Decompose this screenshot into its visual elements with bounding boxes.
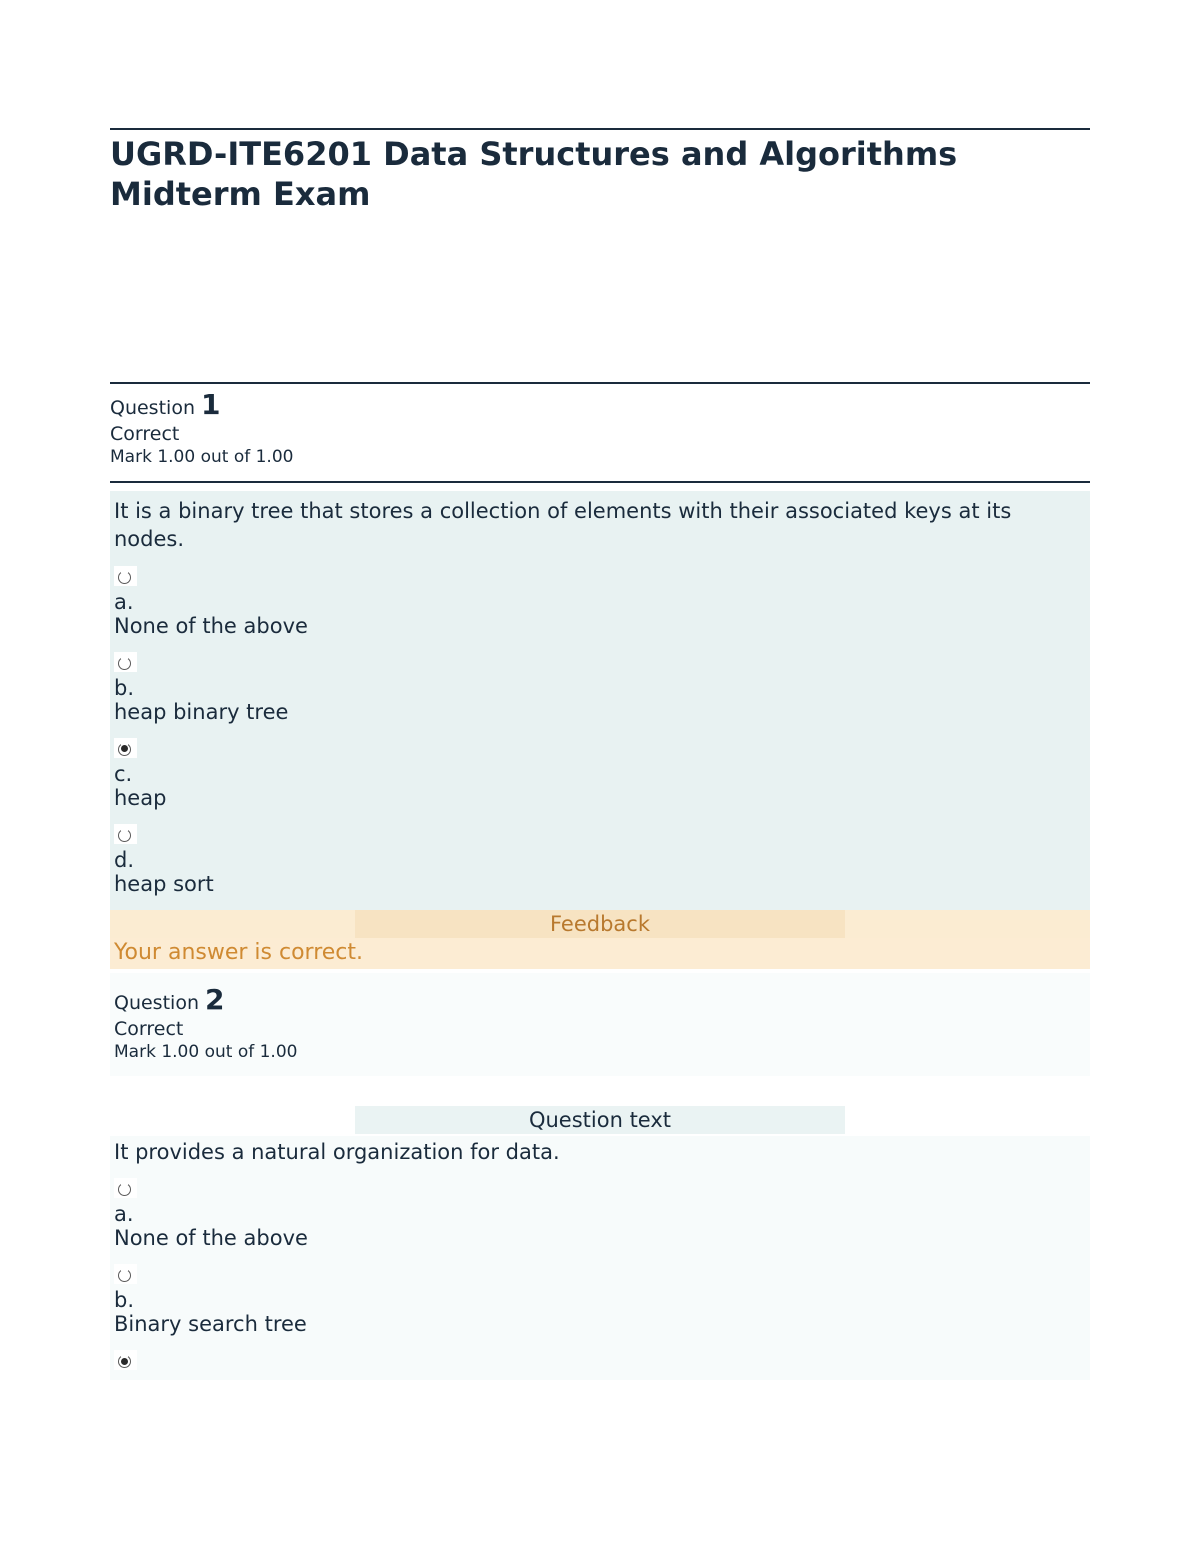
option-letter: a. bbox=[114, 590, 1086, 614]
separator-rule bbox=[110, 481, 1090, 483]
question-2-body: It provides a natural organization for d… bbox=[110, 1136, 1090, 1380]
radio-icon-selected[interactable] bbox=[118, 1355, 131, 1368]
question-1-body: It is a binary tree that stores a collec… bbox=[110, 491, 1090, 910]
radio-wrapper bbox=[114, 652, 137, 672]
question-2-option-b: b. Binary search tree bbox=[114, 1264, 1086, 1336]
option-letter: a. bbox=[114, 1202, 1086, 1226]
question-label: Question bbox=[110, 397, 195, 419]
radio-wrapper bbox=[114, 738, 137, 758]
question-2-number: 2 bbox=[205, 983, 224, 1016]
feedback-heading: Feedback bbox=[355, 910, 845, 938]
question-2-header: Question 2 Correct Mark 1.00 out of 1.00 bbox=[114, 983, 1086, 1076]
option-text: heap sort bbox=[114, 872, 1086, 896]
question-1-mark: Mark 1.00 out of 1.00 bbox=[110, 447, 1090, 467]
question-1-header: Question 1 Correct Mark 1.00 out of 1.00 bbox=[110, 384, 1090, 481]
radio-wrapper bbox=[114, 1350, 137, 1370]
radio-icon[interactable] bbox=[118, 829, 131, 842]
option-text: heap bbox=[114, 786, 1086, 810]
radio-icon[interactable] bbox=[118, 1183, 131, 1196]
radio-icon-selected[interactable] bbox=[118, 743, 131, 756]
question-1-status: Correct bbox=[110, 423, 1090, 445]
feedback-message: Your answer is correct. bbox=[110, 938, 1090, 969]
option-letter: d. bbox=[114, 848, 1086, 872]
question-1-option-d: d. heap sort bbox=[114, 824, 1086, 896]
question-1-prompt: It is a binary tree that stores a collec… bbox=[114, 497, 1086, 554]
question-text-heading: Question text bbox=[355, 1106, 845, 1134]
option-text: None of the above bbox=[114, 1226, 1086, 1250]
question-2-prompt: It provides a natural organization for d… bbox=[114, 1138, 1086, 1166]
feedback-band: Feedback Your answer is correct. bbox=[110, 910, 1090, 969]
option-letter: b. bbox=[114, 1288, 1086, 1312]
question-1-number: 1 bbox=[201, 388, 220, 421]
question-2-mark: Mark 1.00 out of 1.00 bbox=[114, 1042, 1086, 1062]
question-1-option-a: a. None of the above bbox=[114, 566, 1086, 638]
question-1-option-b: b. heap binary tree bbox=[114, 652, 1086, 724]
option-letter: b. bbox=[114, 676, 1086, 700]
spacer bbox=[110, 1076, 1090, 1106]
page-title: UGRD-ITE6201 Data Structures and Algorit… bbox=[110, 130, 1090, 222]
question-1-option-c: c. heap bbox=[114, 738, 1086, 810]
question-2-wrap: Question 2 Correct Mark 1.00 out of 1.00 bbox=[110, 973, 1090, 1076]
question-label: Question bbox=[114, 992, 199, 1014]
radio-wrapper bbox=[114, 1264, 137, 1284]
document-page: UGRD-ITE6201 Data Structures and Algorit… bbox=[0, 0, 1200, 1420]
option-text: heap binary tree bbox=[114, 700, 1086, 724]
radio-icon[interactable] bbox=[118, 1269, 131, 1282]
option-text: None of the above bbox=[114, 614, 1086, 638]
radio-icon[interactable] bbox=[118, 571, 131, 584]
radio-wrapper bbox=[114, 1178, 137, 1198]
question-2-option-c bbox=[114, 1350, 1086, 1370]
question-2-status: Correct bbox=[114, 1018, 1086, 1040]
radio-wrapper bbox=[114, 566, 137, 586]
option-text: Binary search tree bbox=[114, 1312, 1086, 1336]
option-letter: c. bbox=[114, 762, 1086, 786]
radio-wrapper bbox=[114, 824, 137, 844]
question-2-option-a: a. None of the above bbox=[114, 1178, 1086, 1250]
spacer bbox=[110, 222, 1090, 382]
radio-icon[interactable] bbox=[118, 657, 131, 670]
